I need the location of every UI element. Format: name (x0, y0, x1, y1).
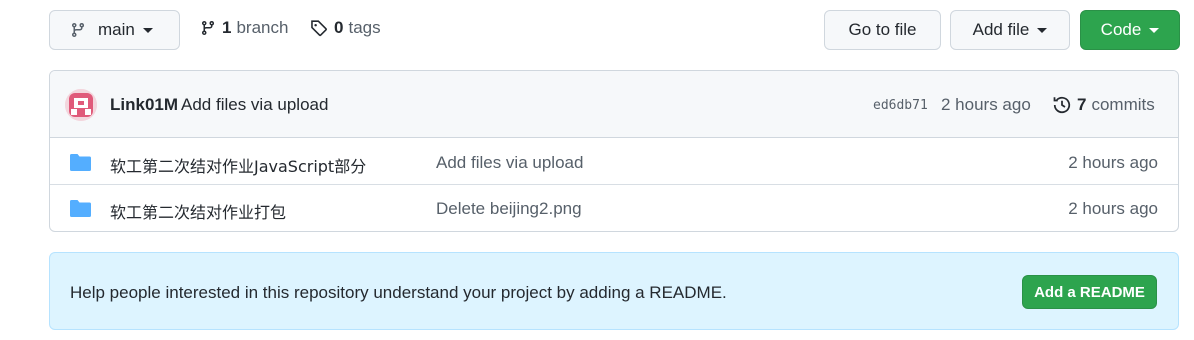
branch-label: branch (236, 18, 289, 37)
go-to-file-button[interactable]: Go to file (824, 10, 941, 50)
folder-icon (70, 154, 91, 171)
branch-selector-label: main (98, 20, 135, 39)
tags-link[interactable]: 0 tags (310, 18, 381, 38)
code-button[interactable]: Code (1080, 10, 1180, 50)
readme-prompt-text: Help people interested in this repositor… (70, 283, 727, 302)
file-row[interactable]: 软工第二次结对作业JavaScript部分 Add files via uplo… (50, 139, 1178, 185)
file-name-link[interactable]: 软工第二次结对作业打包 (110, 199, 286, 223)
commit-time: 2 hours ago (941, 95, 1031, 114)
tag-count: 0 (334, 18, 344, 37)
branches-link[interactable]: 1 branch (200, 18, 288, 38)
file-list-box: Link01M Add files via upload ed6db71 2 h… (49, 70, 1179, 232)
file-commit-message-link[interactable]: Add files via upload (436, 153, 583, 173)
commits-history-link[interactable]: 7 commits (1052, 95, 1155, 115)
readme-prompt-banner: Help people interested in this repositor… (49, 252, 1179, 330)
file-name-link[interactable]: 软工第二次结对作业JavaScript部分 (110, 153, 366, 177)
branch-selector-button[interactable]: main (49, 10, 180, 50)
file-commit-message-link[interactable]: Delete beijing2.png (436, 199, 582, 219)
caret-down-icon (1037, 27, 1048, 33)
tag-label: tags (348, 18, 381, 37)
add-file-label: Add file (972, 20, 1030, 39)
history-icon (1053, 96, 1071, 114)
folder-icon (70, 200, 91, 217)
branch-icon (202, 20, 214, 36)
caret-down-icon (1149, 27, 1160, 33)
commit-author-link[interactable]: Link01M (110, 95, 178, 115)
latest-commit-bar: Link01M Add files via upload ed6db71 2 h… (50, 71, 1178, 138)
commit-count: 7 (1077, 95, 1087, 114)
file-age: 2 hours ago (1068, 153, 1158, 172)
code-label: Code (1100, 20, 1142, 39)
add-file-button[interactable]: Add file (950, 10, 1070, 50)
file-row[interactable]: 软工第二次结对作业打包 Delete beijing2.png 2 hours … (50, 185, 1178, 231)
commit-label: commits (1091, 95, 1155, 114)
branch-icon (72, 22, 84, 38)
commit-message-link[interactable]: Add files via upload (181, 95, 328, 115)
commit-sha-link[interactable]: ed6db71 (873, 98, 928, 113)
branch-count: 1 (222, 18, 232, 37)
add-readme-button[interactable]: Add a README (1022, 275, 1157, 309)
add-readme-label: Add a README (1034, 283, 1145, 301)
avatar[interactable] (65, 89, 97, 121)
tag-icon (311, 20, 327, 37)
go-to-file-label: Go to file (848, 20, 917, 39)
file-age: 2 hours ago (1068, 199, 1158, 218)
caret-down-icon (142, 27, 153, 33)
